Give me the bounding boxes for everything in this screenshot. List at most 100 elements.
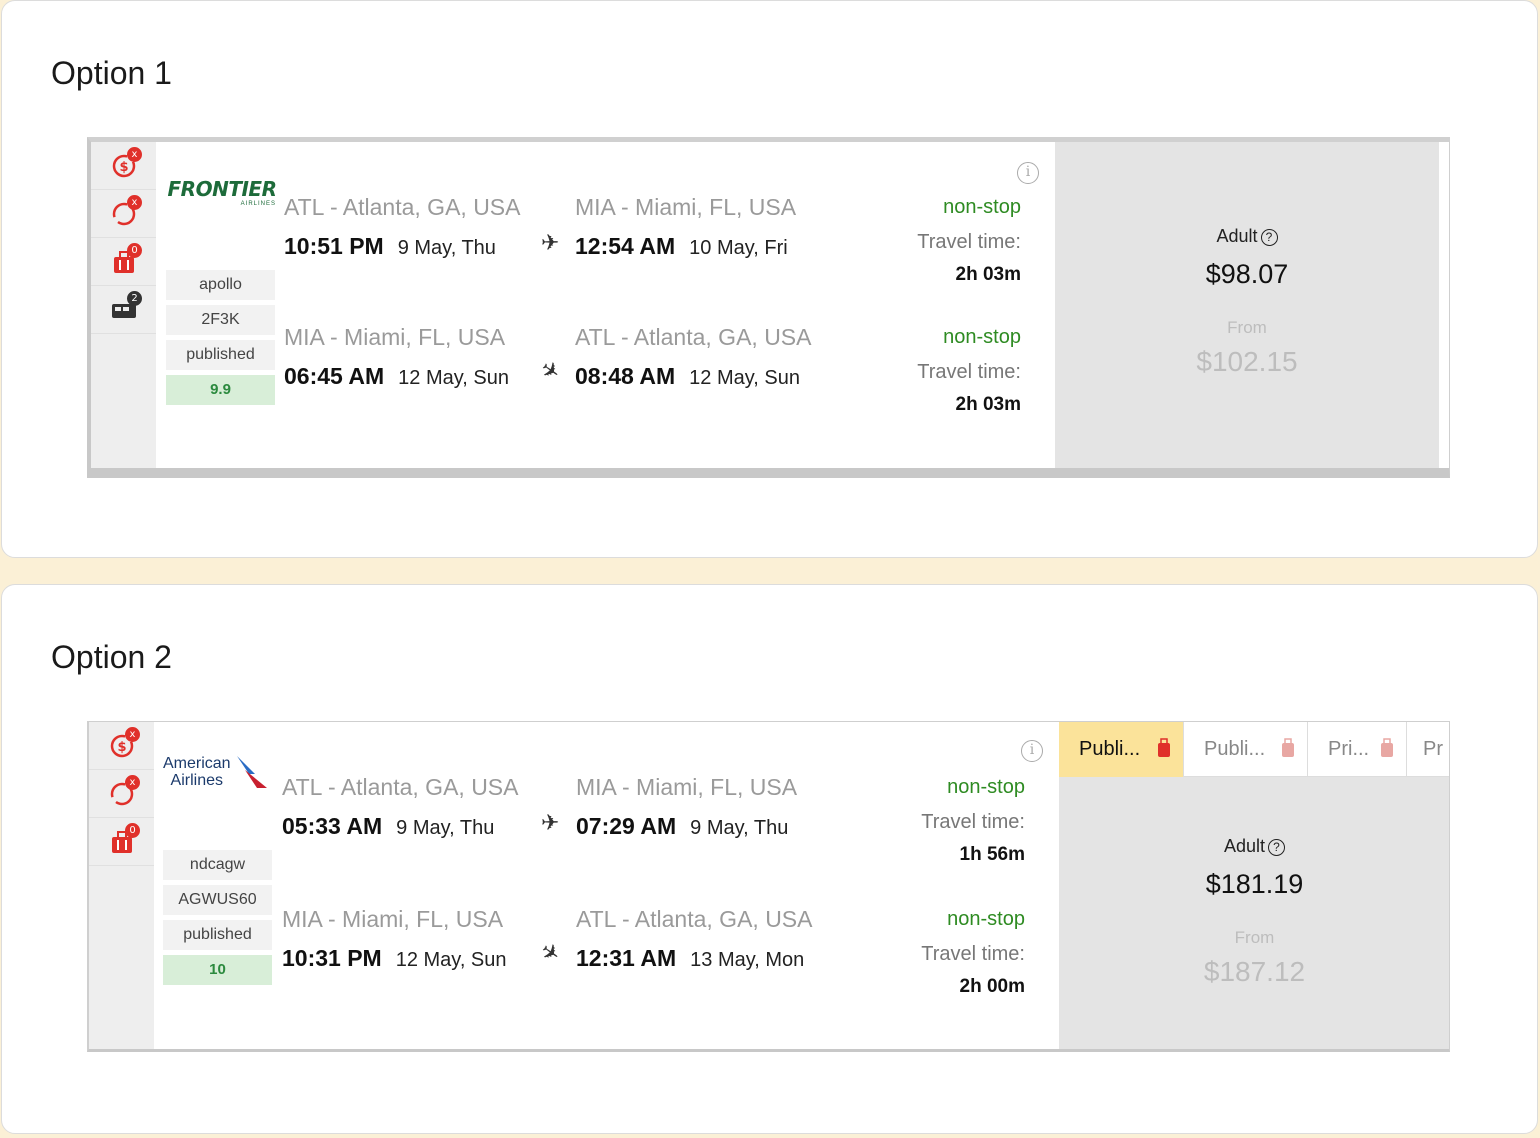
outbound-departure: ATL - Atlanta, GA, USA 05:33 AM 9 May, Th… [282,774,518,840]
travel-time-label: Travel time: [917,231,1021,253]
baggage-icon[interactable]: 0 [89,818,154,866]
help-icon[interactable]: ? [1268,839,1286,856]
baggage-icon [1381,738,1393,757]
arrival-time: 07:29 AM [576,813,677,839]
fare-rules-icons: $ x x 0 [89,722,154,1049]
departure-date: 12 May, Sun [395,949,507,971]
fare-tab-3[interactable]: Pri... [1308,722,1407,777]
badge: x [125,775,140,790]
outbound-duration: non-stop Travel time: 1h 56m [865,776,1025,866]
fare-tab-4[interactable]: Pr [1407,722,1449,777]
logo-text: American [163,755,231,772]
arrival-date: 13 May, Mon [690,949,805,971]
seat-icon[interactable]: 2 [91,286,156,334]
fare-tab-label: Pr [1423,738,1443,760]
fare-tab-1[interactable]: Publi... [1059,722,1184,777]
departure-city: MIA - Miami, FL, USA [282,906,504,932]
gds-tag: apollo [166,270,275,300]
arrival-date: 10 May, Fri [689,237,788,259]
travel-time-label: Travel time: [917,361,1021,383]
price: $181.19 [1205,869,1304,899]
stops-label: non-stop [943,326,1021,348]
passenger-label: Adult [1223,836,1266,856]
stops-label: non-stop [947,776,1025,798]
baggage-icon [1282,738,1294,757]
price-panel[interactable]: Publi... Publi... Pri... Pr Adult? $181.… [1059,722,1449,1049]
baggage-icon[interactable]: 0 [91,238,156,286]
gds-tag: ndcagw [163,850,272,880]
stops-label: non-stop [943,196,1021,218]
plane-departure-icon: ✈ [541,230,560,255]
info-icon[interactable]: i [1021,740,1043,762]
badge: x [127,147,142,162]
arrival-date: 9 May, Thu [690,817,789,839]
logo-text: FRONTIER [167,177,277,201]
departure-time: 10:51 PM [284,233,384,259]
airline-logo: FRONTIER AIRLINES [166,142,278,242]
svg-text:$: $ [119,160,128,175]
badge: 0 [125,823,140,838]
arrival-city: MIA - Miami, FL, USA [575,194,797,220]
no-refund-icon[interactable]: $ x [91,142,156,190]
price-panel[interactable]: Adult? $98.07 From $102.15 [1055,142,1439,468]
baggage-icon [1158,738,1170,757]
no-refund-icon[interactable]: $ x [89,722,154,770]
price: $98.07 [1205,259,1289,289]
airline-info: American Airlines ndcagw AGWUS60 publish… [163,722,275,990]
arrival-city: ATL - Atlanta, GA, USA [576,906,813,932]
svg-text:$: $ [117,740,126,755]
option-card-2: Option 2 $ x x 0 American Airlines ndcag… [1,584,1538,1134]
travel-time-label: Travel time: [921,943,1025,965]
travel-time: 2h 03m [955,394,1021,415]
no-change-icon[interactable]: x [91,190,156,238]
plane-arrival-icon: ✈ [535,355,566,387]
inbound-arrival: ATL - Atlanta, GA, USA 08:48 AM 12 May, S… [575,324,811,390]
inbound-departure: MIA - Miami, FL, USA 06:45 AM 12 May, Sun [284,324,509,390]
logo-subtext: Airlines [170,772,224,789]
plane-departure-icon: ✈ [541,810,560,835]
arrival-time: 12:54 AM [575,233,676,259]
stops-label: non-stop [947,908,1025,930]
passenger-type: Adult? [1055,226,1439,247]
travel-time: 2h 03m [955,264,1021,285]
arrival-city: ATL - Atlanta, GA, USA [575,324,812,350]
inbound-duration: non-stop Travel time: 2h 03m [861,326,1021,416]
departure-date: 12 May, Sun [398,367,509,389]
badge: x [125,727,140,742]
fare-type-tag: published [166,340,275,370]
inbound-departure: MIA - Miami, FL, USA 10:31 PM 12 May, Sun [282,906,507,972]
arrival-city: MIA - Miami, FL, USA [576,774,798,800]
travel-time: 1h 56m [959,844,1025,865]
option-card-1: Option 1 $ x x 0 2 FRONTIER AIRLINES apo… [1,0,1538,558]
badge: 2 [127,291,142,306]
outbound-arrival: MIA - Miami, FL, USA 07:29 AM 9 May, Thu [576,774,797,840]
departure-city: MIA - Miami, FL, USA [284,324,506,350]
from-label: From [1227,318,1267,337]
help-icon[interactable]: ? [1260,229,1278,246]
from-price: $187.12 [1203,956,1306,987]
plane-arrival-icon: ✈ [535,937,566,969]
inbound-duration: non-stop Travel time: 2h 00m [865,908,1025,998]
departure-time: 10:31 PM [282,945,382,971]
departure-city: ATL - Atlanta, GA, USA [284,194,521,220]
travel-time-label: Travel time: [921,811,1025,833]
eagle-icon [236,756,267,788]
fare-code-tag: AGWUS60 [163,885,272,915]
outbound-duration: non-stop Travel time: 2h 03m [861,196,1021,286]
fare-tab-2[interactable]: Publi... [1184,722,1308,777]
info-icon[interactable]: i [1017,162,1039,184]
passenger-label: Adult [1216,226,1258,246]
airline-logo: American Airlines [163,722,275,822]
passenger-type: Adult? [1059,836,1449,857]
logo-subtext: AIRLINES [240,201,276,207]
from-price: $102.15 [1196,346,1298,377]
no-change-icon[interactable]: x [89,770,154,818]
fare-rules-icons: $ x x 0 2 [91,142,156,468]
flight-result[interactable]: $ x x 0 American Airlines ndcagw AGWUS60… [87,721,1450,1052]
flight-result[interactable]: $ x x 0 2 FRONTIER AIRLINES apollo 2F3K … [87,137,1450,478]
airline-info: FRONTIER AIRLINES apollo 2F3K published … [166,142,278,410]
fare-tabs: Publi... Publi... Pri... Pr [1059,722,1449,777]
fare-tab-label: Publi... [1079,738,1141,760]
option-title: Option 2 [51,639,172,675]
fare-tab-label: Publi... [1204,738,1266,760]
